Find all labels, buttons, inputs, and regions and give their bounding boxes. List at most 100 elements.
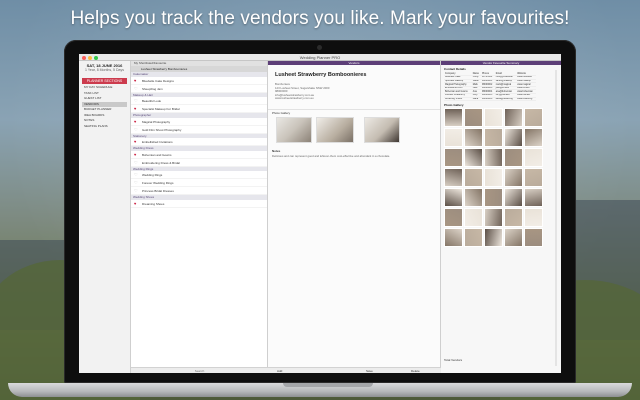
add-button[interactable]: Add [274,369,285,373]
gallery-thumbnail[interactable] [524,148,543,168]
vendor-name: Beautiful Look [142,99,162,103]
vendor-row[interactable]: ♡ SheepDog Jam [131,85,267,93]
heart-icon[interactable]: ♡ [134,97,138,105]
gallery-thumbnail[interactable] [444,208,463,228]
vendor-name: Bohemian and Gowns [142,152,172,157]
gallery-thumbnail[interactable] [524,108,543,128]
table-row[interactable]: Dreaming Shoes Dana 98000006 dana@dreaming w… [444,97,536,102]
gallery-thumbnail[interactable] [504,188,523,208]
vendor-row[interactable]: ♥ Bohemian and Gowns [131,151,267,159]
heart-icon[interactable]: ♡ [134,85,138,93]
gallery-thumbnail[interactable] [464,108,483,128]
heart-icon[interactable]: ♥ [134,77,136,85]
vendor-name: Magical Photography [142,119,171,124]
gallery-thumbnail[interactable] [444,188,463,208]
date-box: SAT, 18 JUNE 2016 1 Year, 8 Months, 5 Da… [82,63,127,76]
vendor-photo[interactable] [364,116,400,143]
vendor-photo[interactable] [316,116,354,143]
heart-icon[interactable]: ♥ [134,138,136,146]
vendor-row[interactable]: ♡ Beautiful Look [131,97,267,105]
heart-icon[interactable]: ♡ [134,159,138,167]
delete-button[interactable]: Delete [408,369,423,373]
vendor-name: Wedding Rings [142,173,163,177]
vendor-name: SheepDog Jam [142,86,163,91]
laptop-base [8,383,632,397]
gallery-thumbnail[interactable] [444,108,463,128]
gallery-thumbnail[interactable] [504,148,523,168]
gallery-thumbnail[interactable] [504,208,523,228]
gallery-thumbnail[interactable] [484,128,503,148]
scrollbar[interactable] [555,70,557,366]
vendor-name: Embroidering Dress & Bridal [142,160,180,165]
gallery-thumbnail[interactable] [464,168,483,188]
heart-icon[interactable]: ♥ [134,105,136,113]
vendor-name: Bluebelle Cake Designs [142,78,174,83]
vendor-row[interactable]: ♡ Gold Film Shoot Photography [131,126,267,134]
gallery-thumbnail[interactable] [484,188,503,208]
laptop-bezel: Wedding Planner PRO SAT, 18 JUNE 2016 1 … [64,40,576,383]
heart-icon[interactable]: ♥ [134,151,136,159]
gallery-thumbnail[interactable] [524,228,543,248]
gallery-thumbnail[interactable] [484,108,503,128]
gallery-thumbnail[interactable] [444,168,463,188]
gallery-thumbnail[interactable] [484,148,503,168]
gallery-thumbnail[interactable] [464,228,483,248]
vendor-row[interactable]: ♡ Embroidering Dress & Bridal [131,159,267,167]
gallery-thumbnail[interactable] [444,228,463,248]
detail-header: Vendors [268,61,440,65]
vendor-row[interactable]: ♡ Princess Bridal Dresses [131,187,267,195]
photo-gallery-label: Photo Gallery [444,103,464,108]
save-button[interactable]: Save [363,369,376,373]
vendor-info: Bomboniere 123 Lusheet Street, Sugarshak… [275,82,440,101]
window-title: Wedding Planner PRO [299,54,341,60]
vendor-row[interactable]: ♥ Magical Photography [131,118,267,126]
heart-icon[interactable]: ♡ [134,171,138,179]
vendor-row[interactable]: ♥ Bluebelle Cake Designs [131,77,267,85]
notes-text: Delicious and can represent good and lef… [272,153,391,158]
heart-icon[interactable]: ♡ [134,179,138,187]
vendor-name: Princess Bridal Dresses [142,189,174,193]
sidebar-item[interactable]: SEATING PLANS [82,124,127,130]
heart-icon[interactable]: ♡ [134,187,138,195]
vendor-name: Specialst Makeup For Bridal [142,107,180,111]
vendor-title: Lusheet Strawberry Bomboonieres [275,72,367,78]
gallery-thumbnail[interactable] [504,168,523,188]
marketing-headline: Helps you track the vendors you like. Ma… [70,8,570,29]
vendor-row[interactable]: ♥ Dreaming Shoes [131,200,267,208]
gallery-thumbnail[interactable] [464,128,483,148]
gallery-thumbnail[interactable] [524,128,543,148]
gallery-thumbnail[interactable] [484,168,503,188]
gallery-thumbnail[interactable] [504,108,523,128]
vendor-row[interactable]: ♡ Forever Wedding Rings [131,179,267,187]
gallery-thumbnail[interactable] [464,188,483,208]
vendor-photo[interactable] [276,116,312,143]
vendor-row[interactable]: ♡ Wedding Rings [131,171,267,179]
table-cell: dana@dreaming [494,97,517,102]
app-window: Wedding Planner PRO SAT, 18 JUNE 2016 1 … [79,54,561,373]
gallery-thumbnail[interactable] [484,228,503,248]
gallery-thumbnail[interactable] [444,148,463,168]
gallery-thumbnail[interactable] [504,228,523,248]
heart-icon[interactable]: ♥ [134,200,136,208]
vendor-list: Cakemaker ♥ Bluebelle Cake Designs ♡ SheepDo… [131,72,267,208]
gallery-thumbnail[interactable] [524,188,543,208]
table-cell: 98000006 [481,97,495,102]
heart-icon[interactable]: ♡ [134,126,138,134]
gallery-thumbnail[interactable] [464,148,483,168]
gallery-thumbnail[interactable] [504,128,523,148]
gallery-thumbnail[interactable] [524,168,543,188]
vendor-name: Forever Wedding Rings [142,181,174,185]
list-search[interactable]: Search [131,367,268,373]
vendor-row[interactable]: ♥ Specialst Makeup For Bridal [131,105,267,113]
gallery-thumbnail[interactable] [524,208,543,228]
vendor-row[interactable]: ♥ Embellished Invitations [131,138,267,146]
planner-sections-button[interactable]: PLANNER SECTIONS [82,78,127,84]
vendor-website[interactable]: www.lusheetstrawberry.com.au [275,97,440,101]
heart-icon[interactable]: ♥ [134,118,136,126]
summary-header: Vendor Favourite Summary [441,61,561,65]
laptop-notch [283,383,373,387]
gallery-thumbnail[interactable] [464,208,483,228]
gallery-thumbnail[interactable] [444,128,463,148]
gallery-thumbnail[interactable] [484,208,503,228]
table-cell: Dana [471,97,481,102]
